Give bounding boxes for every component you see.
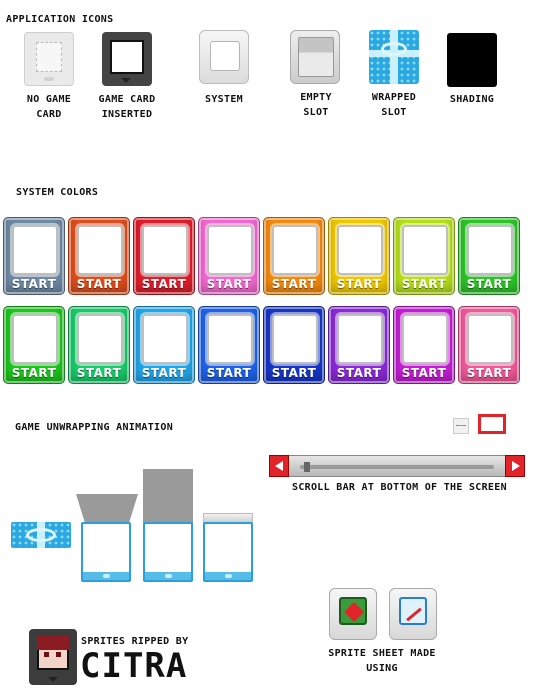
start-label: START [466, 366, 512, 380]
start-label: START [76, 277, 122, 291]
section-title-game-unwrapping: GAME UNWRAPPING ANIMATION [15, 422, 174, 433]
start-label: START [206, 277, 252, 291]
tile-window [272, 225, 318, 275]
tile-window [402, 225, 448, 275]
system-color-tile: START [198, 306, 260, 384]
system-icon [199, 30, 249, 84]
game-card-inserted-label: GAME CARD INSERTED [98, 94, 156, 120]
tile-window [207, 225, 253, 275]
start-label: START [271, 366, 317, 380]
lifted-lid-icon [143, 469, 193, 525]
system-color-tile: START [458, 217, 520, 295]
unwrap-frame-4 [203, 522, 253, 582]
system-color-tile: START [133, 306, 195, 384]
citra-logo: CITRA [80, 646, 188, 686]
tile-window [142, 225, 188, 275]
start-label: START [11, 277, 57, 291]
start-label: START [466, 277, 512, 291]
start-label: START [271, 277, 317, 291]
system-color-tile: START [263, 217, 325, 295]
mini-red-frame-icon [478, 414, 506, 434]
tile-window [337, 314, 383, 364]
system-color-tile: START [393, 306, 455, 384]
system-label: SYSTEM [205, 94, 243, 105]
shading-icon [447, 33, 497, 87]
system-color-tile: START [198, 217, 260, 295]
made-using-label: SPRITE SHEET MADE USING [328, 648, 436, 674]
unwrap-frame-3 [143, 522, 193, 582]
start-label: START [11, 366, 57, 380]
tile-window [402, 314, 448, 364]
system-color-tile: START [458, 306, 520, 384]
start-label: START [401, 277, 447, 291]
tile-window [337, 225, 383, 275]
system-color-tile: START [328, 217, 390, 295]
tile-window [272, 314, 318, 364]
tile-window [467, 314, 513, 364]
scroll-thumb [304, 462, 310, 472]
start-label: START [401, 366, 447, 380]
tile-window [12, 225, 58, 275]
tool-app-icon-2 [389, 588, 437, 640]
mini-empty-frame-icon [453, 418, 469, 434]
shading-label: SHADING [449, 94, 495, 105]
tile-window [207, 314, 253, 364]
citra-card-icon [29, 629, 77, 685]
system-color-tile: START [133, 217, 195, 295]
system-color-tile: START [393, 217, 455, 295]
system-color-tile: START [328, 306, 390, 384]
start-label: START [206, 366, 252, 380]
wrapped-slot-label: WRAPPED SLOT [371, 92, 417, 118]
start-label: START [336, 277, 382, 291]
game-card-inserted-icon [102, 32, 152, 86]
wrapped-slot-icon [369, 30, 419, 84]
tile-window [77, 225, 123, 275]
system-color-tile: START [263, 306, 325, 384]
unwrap-frame-2 [81, 522, 131, 582]
no-game-card-icon [24, 32, 74, 86]
system-color-tile: START [3, 217, 65, 295]
start-label: START [336, 366, 382, 380]
tool-app-icon-1 [329, 588, 377, 640]
tile-window [77, 314, 123, 364]
no-game-card-label: NO GAME CARD [26, 94, 72, 120]
start-label: START [141, 366, 187, 380]
tile-window [12, 314, 58, 364]
system-color-tile: START [68, 306, 130, 384]
gift-lid-icon [11, 522, 71, 548]
section-title-application-icons: APPLICATION ICONS [6, 14, 114, 25]
empty-slot-label: EMPTY SLOT [300, 92, 332, 118]
system-color-tile: START [3, 306, 65, 384]
tile-window [142, 314, 188, 364]
section-title-system-colors: SYSTEM COLORS [16, 187, 99, 198]
scroll-right-arrow-icon [505, 455, 525, 477]
scroll-bar [269, 455, 525, 477]
tile-window [467, 225, 513, 275]
empty-slot-icon [290, 30, 340, 84]
scroll-left-arrow-icon [269, 455, 289, 477]
start-label: START [141, 277, 187, 291]
start-label: START [76, 366, 122, 380]
scroll-bar-caption: SCROLL BAR AT BOTTOM OF THE SCREEN [292, 482, 507, 493]
system-color-tile: START [68, 217, 130, 295]
